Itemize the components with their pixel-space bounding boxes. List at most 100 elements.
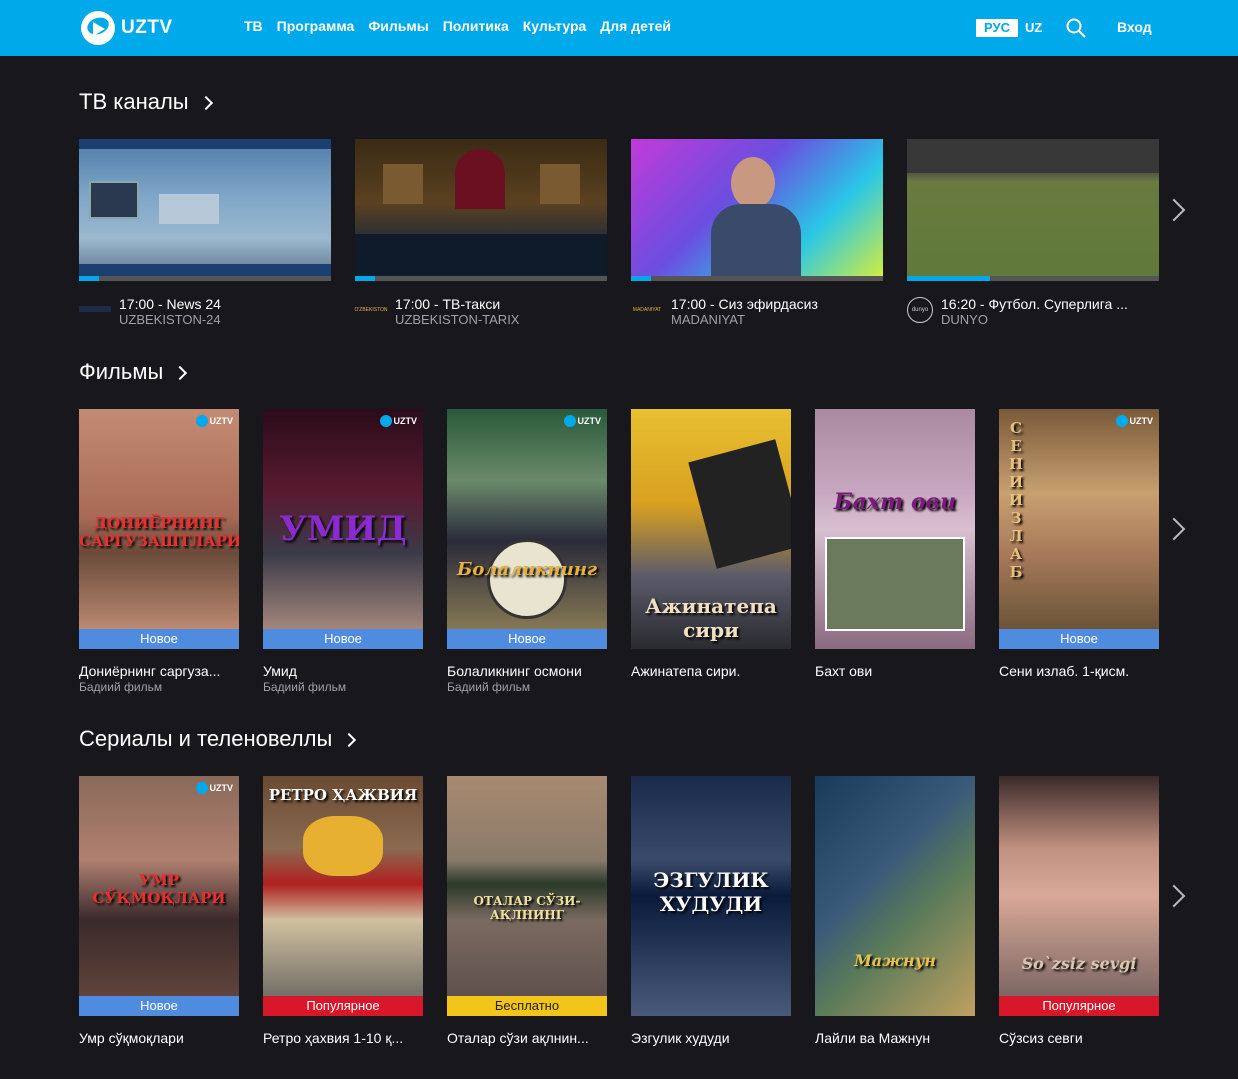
uztv-logo[interactable]: UZTV: [81, 10, 173, 46]
lang-ru-button[interactable]: РУС: [976, 19, 1018, 37]
movie-title: Болаликнинг осмони: [447, 663, 582, 679]
channel-name: UZBEKISTON-24: [119, 312, 221, 327]
uztv-watermark: UZTV: [195, 415, 233, 427]
uztv-watermark: UZTV: [379, 415, 417, 427]
movie-card[interactable]: UZTV ДОНИЁРНИНГ САРГУЗАШТЛАРИ Новое Дони…: [79, 409, 239, 694]
uztv-watermark: UZTV: [195, 782, 233, 794]
series-card[interactable]: ЭЗГУЛИК ХУДУДИ Эзгулик худуди: [631, 776, 791, 1046]
search-icon[interactable]: [1066, 18, 1086, 38]
series-poster-title: УМР СЎҚМОҚЛАРИ: [92, 871, 226, 907]
channel-progress-fill: [79, 276, 100, 281]
channel-progress-fill: [907, 276, 991, 281]
channels-next-arrow-icon[interactable]: [1162, 198, 1186, 222]
series-next-arrow-icon[interactable]: [1162, 884, 1186, 908]
movie-poster-title: УМИД: [279, 509, 407, 549]
movies-section-title[interactable]: Фильмы: [79, 359, 188, 385]
movie-poster: UZTV СЕНИ ИЗЛАБ Новое: [999, 409, 1159, 649]
channel-card[interactable]: O'ZBEKISTON 17:00 - ТВ-такси UZBEKISTON-…: [354, 139, 607, 327]
movie-card[interactable]: UZTV УМИД Новое Умид Бадиий фильм: [263, 409, 423, 694]
movie-poster: UZTV Болаликнинг Новое: [447, 409, 607, 649]
nav-culture[interactable]: Культура: [523, 18, 587, 34]
series-card[interactable]: РЕТРО ҲАЖВИЯ Популярное Ретро ҳахвия 1-1…: [263, 776, 423, 1046]
movie-poster: UZTV ДОНИЁРНИНГ САРГУЗАШТЛАРИ Новое: [79, 409, 239, 649]
movie-title: Дониёрнинг саргуза...: [79, 663, 221, 679]
channel-program-title: 17:00 - ТВ-такси: [395, 296, 501, 312]
logo-icon: [81, 11, 115, 45]
channel-logo-icon: O'ZBEKISTON: [354, 307, 388, 313]
series-card[interactable]: UZTV УМР СЎҚМОҚЛАРИ Новое Умр сўқмоқлари: [79, 776, 239, 1046]
channel-name: MADANIYAT: [671, 312, 745, 327]
nav-kids[interactable]: Для детей: [600, 18, 671, 34]
series-card[interactable]: So`zsiz sevgi Популярное Сўзсиз севги: [999, 776, 1159, 1046]
channel-thumbnail: [355, 139, 607, 281]
channel-thumbnail: [907, 139, 1159, 281]
series-card[interactable]: Мажнун Лайли ва Мажнун: [815, 776, 975, 1046]
series-title-text: Сериалы и теленовеллы: [79, 726, 333, 751]
chevron-right-icon: [342, 732, 357, 748]
logo-text: UZTV: [121, 17, 173, 38]
series-title: Лайли ва Мажнун: [815, 1030, 931, 1046]
top-header: UZTV ТВ Программа Фильмы Политика Культу…: [0, 0, 1238, 56]
movie-subtitle: Бадиий фильм: [447, 680, 531, 694]
channel-card[interactable]: MADANIYAT 17:00 - Сиз эфирдасиз MADANIYA…: [631, 139, 883, 327]
channel-logo-icon: dunyo: [907, 297, 933, 323]
channel-progress-fill: [631, 276, 652, 281]
movie-poster-title: Бахт ови: [833, 489, 957, 515]
series-poster-title: ОТАЛАР СЎЗИ-АҚЛНИНГ: [473, 894, 581, 922]
movie-subtitle: Бадиий фильм: [263, 680, 347, 694]
nav-program[interactable]: Программа: [277, 18, 355, 34]
channel-thumbnail: [631, 139, 883, 281]
main-nav: ТВ Программа Фильмы Политика Культура Дл…: [244, 18, 671, 34]
channels-section-title[interactable]: ТВ каналы: [79, 89, 213, 115]
nav-movies[interactable]: Фильмы: [368, 18, 428, 34]
chevron-right-icon: [198, 95, 213, 111]
series-title: Эзгулик худуди: [631, 1030, 730, 1046]
series-title: Ретро ҳахвия 1-10 қ...: [263, 1030, 404, 1046]
channel-program-title: 17:00 - Сиз эфирдасиз: [671, 296, 818, 312]
channel-program-title: 16:20 - Футбол. Суперлига ...: [941, 296, 1128, 312]
series-poster: ОТАЛАР СЎЗИ-АҚЛНИНГ Бесплатно: [447, 776, 607, 1016]
series-poster: Мажнун: [815, 776, 975, 1016]
movies-next-arrow-icon[interactable]: [1162, 517, 1186, 541]
badge-new: Новое: [999, 629, 1159, 649]
movie-poster-title: Болаликнинг: [456, 559, 598, 580]
movie-title: Умид: [263, 663, 297, 679]
movie-title: Сени излаб. 1-қисм.: [999, 663, 1130, 679]
channel-thumbnail: [79, 139, 331, 281]
uztv-watermark: UZTV: [563, 415, 601, 427]
series-card[interactable]: ОТАЛАР СЎЗИ-АҚЛНИНГ Бесплатно Оталар сўз…: [447, 776, 607, 1046]
series-section-title[interactable]: Сериалы и теленовеллы: [79, 726, 357, 752]
movie-card[interactable]: UZTV СЕНИ ИЗЛАБ Новое Сени излаб. 1-қисм…: [999, 409, 1159, 679]
uztv-watermark: UZTV: [1115, 415, 1153, 427]
nav-tv[interactable]: ТВ: [244, 18, 263, 34]
channel-name: DUNYO: [941, 312, 988, 327]
series-poster: So`zsiz sevgi Популярное: [999, 776, 1159, 1016]
movie-card[interactable]: Ажинатепа сири Ажинатепа сири.: [631, 409, 791, 679]
movie-card[interactable]: Бахт ови Бахт ови: [815, 409, 975, 679]
movie-poster: UZTV УМИД Новое: [263, 409, 423, 649]
movie-title: Ажинатепа сири.: [631, 663, 741, 679]
series-poster-title: РЕТРО ҲАЖВИЯ: [268, 786, 418, 804]
movie-title: Бахт ови: [815, 663, 873, 679]
channels-title-text: ТВ каналы: [79, 89, 189, 114]
badge-popular: Популярное: [999, 996, 1159, 1016]
channel-card[interactable]: dunyo 16:20 - Футбол. Суперлига ... DUNY…: [907, 139, 1159, 327]
movie-subtitle: Бадиий фильм: [79, 680, 163, 694]
series-poster: РЕТРО ҲАЖВИЯ Популярное: [263, 776, 423, 1016]
series-poster-title: Мажнун: [854, 951, 936, 970]
login-button[interactable]: Вход: [1117, 19, 1152, 35]
movie-poster: Ажинатепа сири: [631, 409, 791, 649]
movie-poster-title: Ажинатепа сири: [645, 594, 777, 642]
lang-uz-button[interactable]: UZ: [1025, 19, 1042, 37]
series-poster: ЭЗГУЛИК ХУДУДИ: [631, 776, 791, 1016]
badge-popular: Популярное: [263, 996, 423, 1016]
movie-poster: Бахт ови: [815, 409, 975, 649]
badge-new: Новое: [447, 629, 607, 649]
series-poster-title: ЭЗГУЛИК ХУДУДИ: [653, 868, 769, 916]
nav-politics[interactable]: Политика: [443, 18, 509, 34]
channel-progress-fill: [355, 276, 376, 281]
channel-card[interactable]: 17:00 - News 24 UZBEKISTON-24: [79, 139, 331, 327]
channel-name: UZBEKISTON-TARIX: [395, 312, 520, 327]
movie-card[interactable]: UZTV Болаликнинг Новое Болаликнинг осмон…: [447, 409, 607, 694]
movies-title-text: Фильмы: [79, 359, 164, 384]
